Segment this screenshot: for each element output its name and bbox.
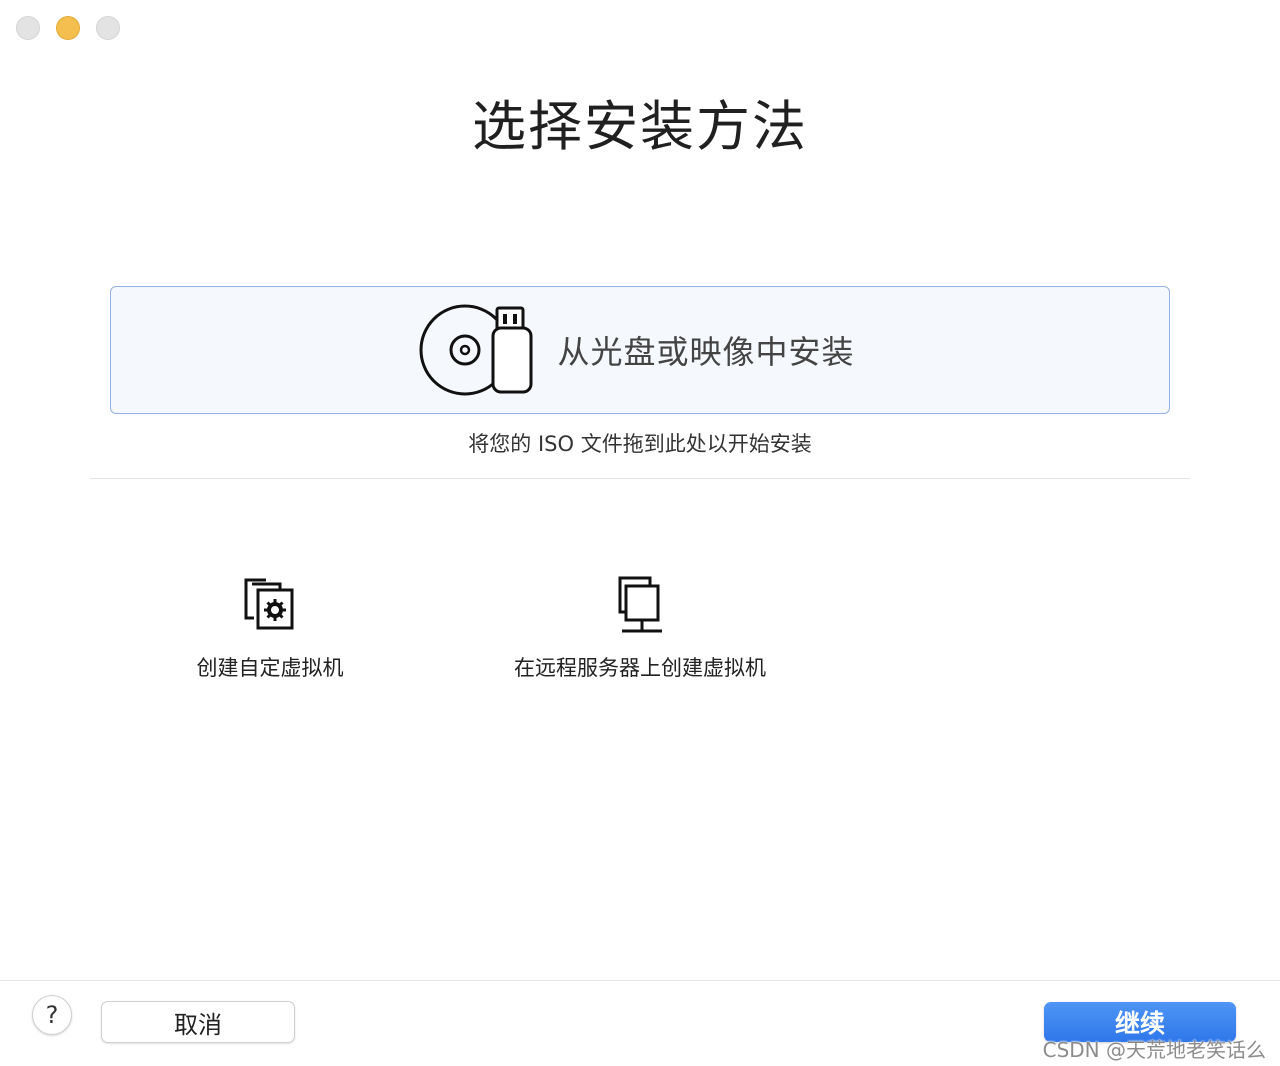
section-divider xyxy=(90,478,1190,479)
window-controls xyxy=(16,16,120,40)
create-vm-on-remote-server-label: 在远程服务器上创建虚拟机 xyxy=(514,656,766,680)
drop-zone-label: 从光盘或映像中安装 xyxy=(557,333,855,371)
footer-divider xyxy=(0,980,1280,981)
install-from-disc-or-image-drop-zone[interactable]: 从光盘或映像中安装 xyxy=(110,286,1170,414)
create-custom-vm-label: 创建自定虚拟机 xyxy=(196,656,344,680)
create-vm-on-remote-server-option[interactable]: 在远程服务器上创建虚拟机 xyxy=(480,572,800,682)
disc-usb-icon xyxy=(419,304,533,396)
watermark: CSDN @天荒地老笑话么 xyxy=(1042,1038,1266,1062)
close-window-button[interactable] xyxy=(16,16,40,40)
custom-vm-icon xyxy=(244,578,294,630)
zoom-window-button[interactable] xyxy=(96,16,120,40)
drop-hint-text: 将您的 ISO 文件拖到此处以开始安装 xyxy=(468,432,812,456)
cancel-button[interactable]: 取消 xyxy=(101,1001,295,1043)
minimize-window-button[interactable] xyxy=(56,16,80,40)
create-custom-vm-option[interactable]: 创建自定虚拟机 xyxy=(170,572,370,682)
remote-server-icon xyxy=(618,576,662,633)
help-button[interactable]: ? xyxy=(32,995,72,1035)
page-title: 选择安装方法 xyxy=(472,95,808,158)
